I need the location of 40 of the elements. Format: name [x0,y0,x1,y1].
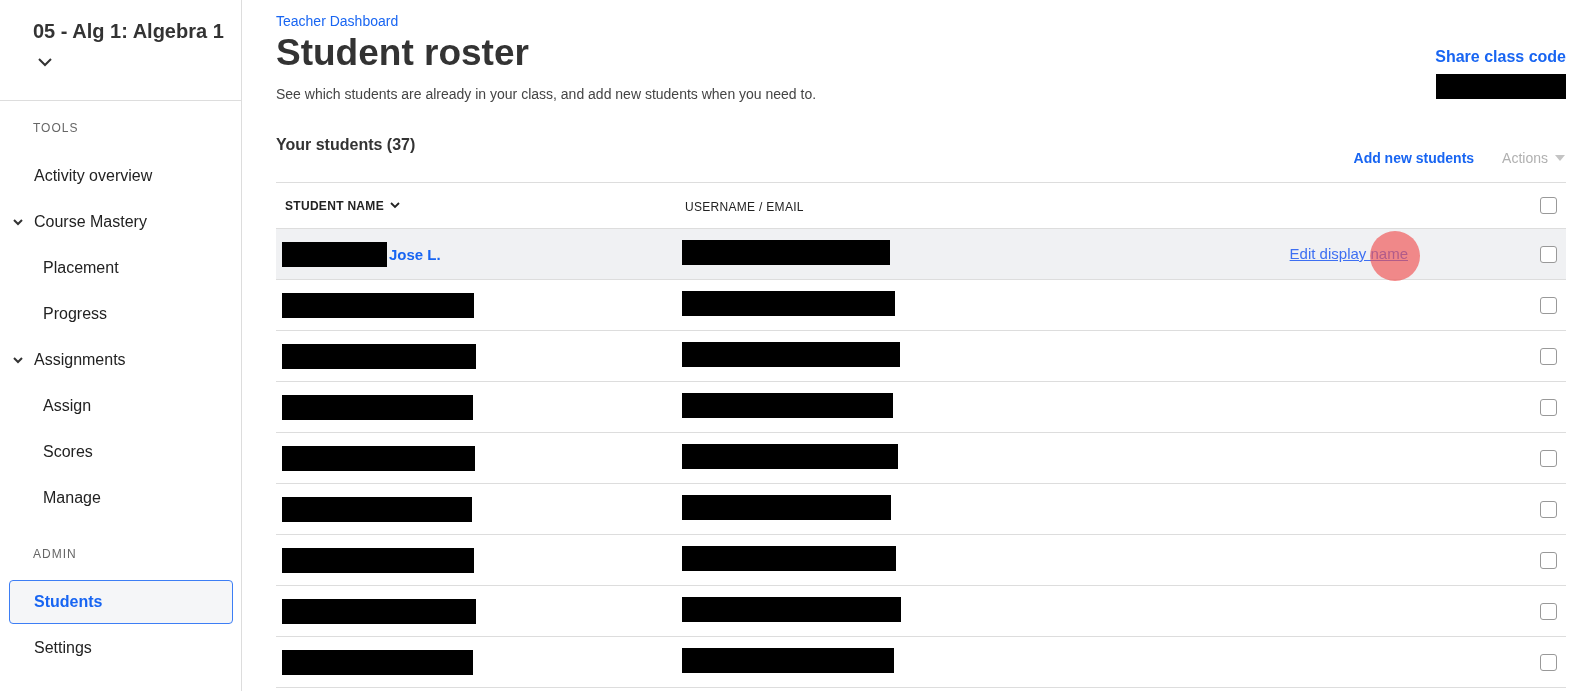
row-checkbox[interactable] [1539,296,1557,314]
share-class-code-link[interactable]: Share class code [1435,48,1566,66]
course-title[interactable]: 05 - Alg 1: Algebra 1 [33,20,241,43]
chevron-icon[interactable] [12,356,24,364]
student-name-link[interactable]: Jose L. [389,245,441,263]
chevron-down-icon[interactable] [37,57,53,67]
caret-down-icon [1554,154,1566,162]
nav-item[interactable]: Settings [9,626,233,670]
nav-item[interactable]: Assignments [9,338,233,382]
section-heading: ADMIN [32,547,78,563]
edit-display-name-link[interactable]: Edit display name [1289,245,1408,262]
row-checkbox[interactable] [1539,653,1557,671]
nav-item[interactable]: Manage [9,476,233,520]
nav-item[interactable]: Progress [9,292,233,336]
nav-item[interactable]: Activity overview [9,154,233,198]
page-subtitle: See which students are already in your class, and add new students when you need to. [276,86,817,102]
click-indicator [1370,231,1420,281]
chevron-icon[interactable] [12,218,24,226]
sort-chevron-icon [389,202,400,209]
column-header: USERNAME / EMAIL [684,199,804,214]
nav-item[interactable]: Students [9,580,233,624]
nav-item[interactable]: Assign [9,384,233,428]
breadcrumb-link[interactable]: Teacher Dashboard [276,13,399,29]
row-checkbox[interactable] [1539,398,1557,416]
add-students-link[interactable]: Add new students [1353,150,1475,166]
row-checkbox[interactable] [1539,347,1557,365]
column-header[interactable]: STUDENT NAME [282,198,400,213]
nav-item[interactable]: Placement [9,246,233,290]
students-heading: Your students (37) [276,136,416,155]
row-checkbox[interactable] [1539,551,1557,569]
row-checkbox[interactable] [1539,500,1557,518]
select-all-checkbox[interactable] [1539,197,1557,214]
row-checkbox[interactable] [1539,245,1557,263]
nav-item[interactable]: Course Mastery [9,200,233,244]
row-checkbox[interactable] [1539,449,1557,467]
row-checkbox[interactable] [1539,602,1557,620]
table-row[interactable]: Jose L. Edit display name [276,229,1566,280]
nav-item[interactable]: Scores [9,430,233,474]
section-heading: TOOLS [32,121,80,137]
page-title: Student roster [276,32,530,74]
